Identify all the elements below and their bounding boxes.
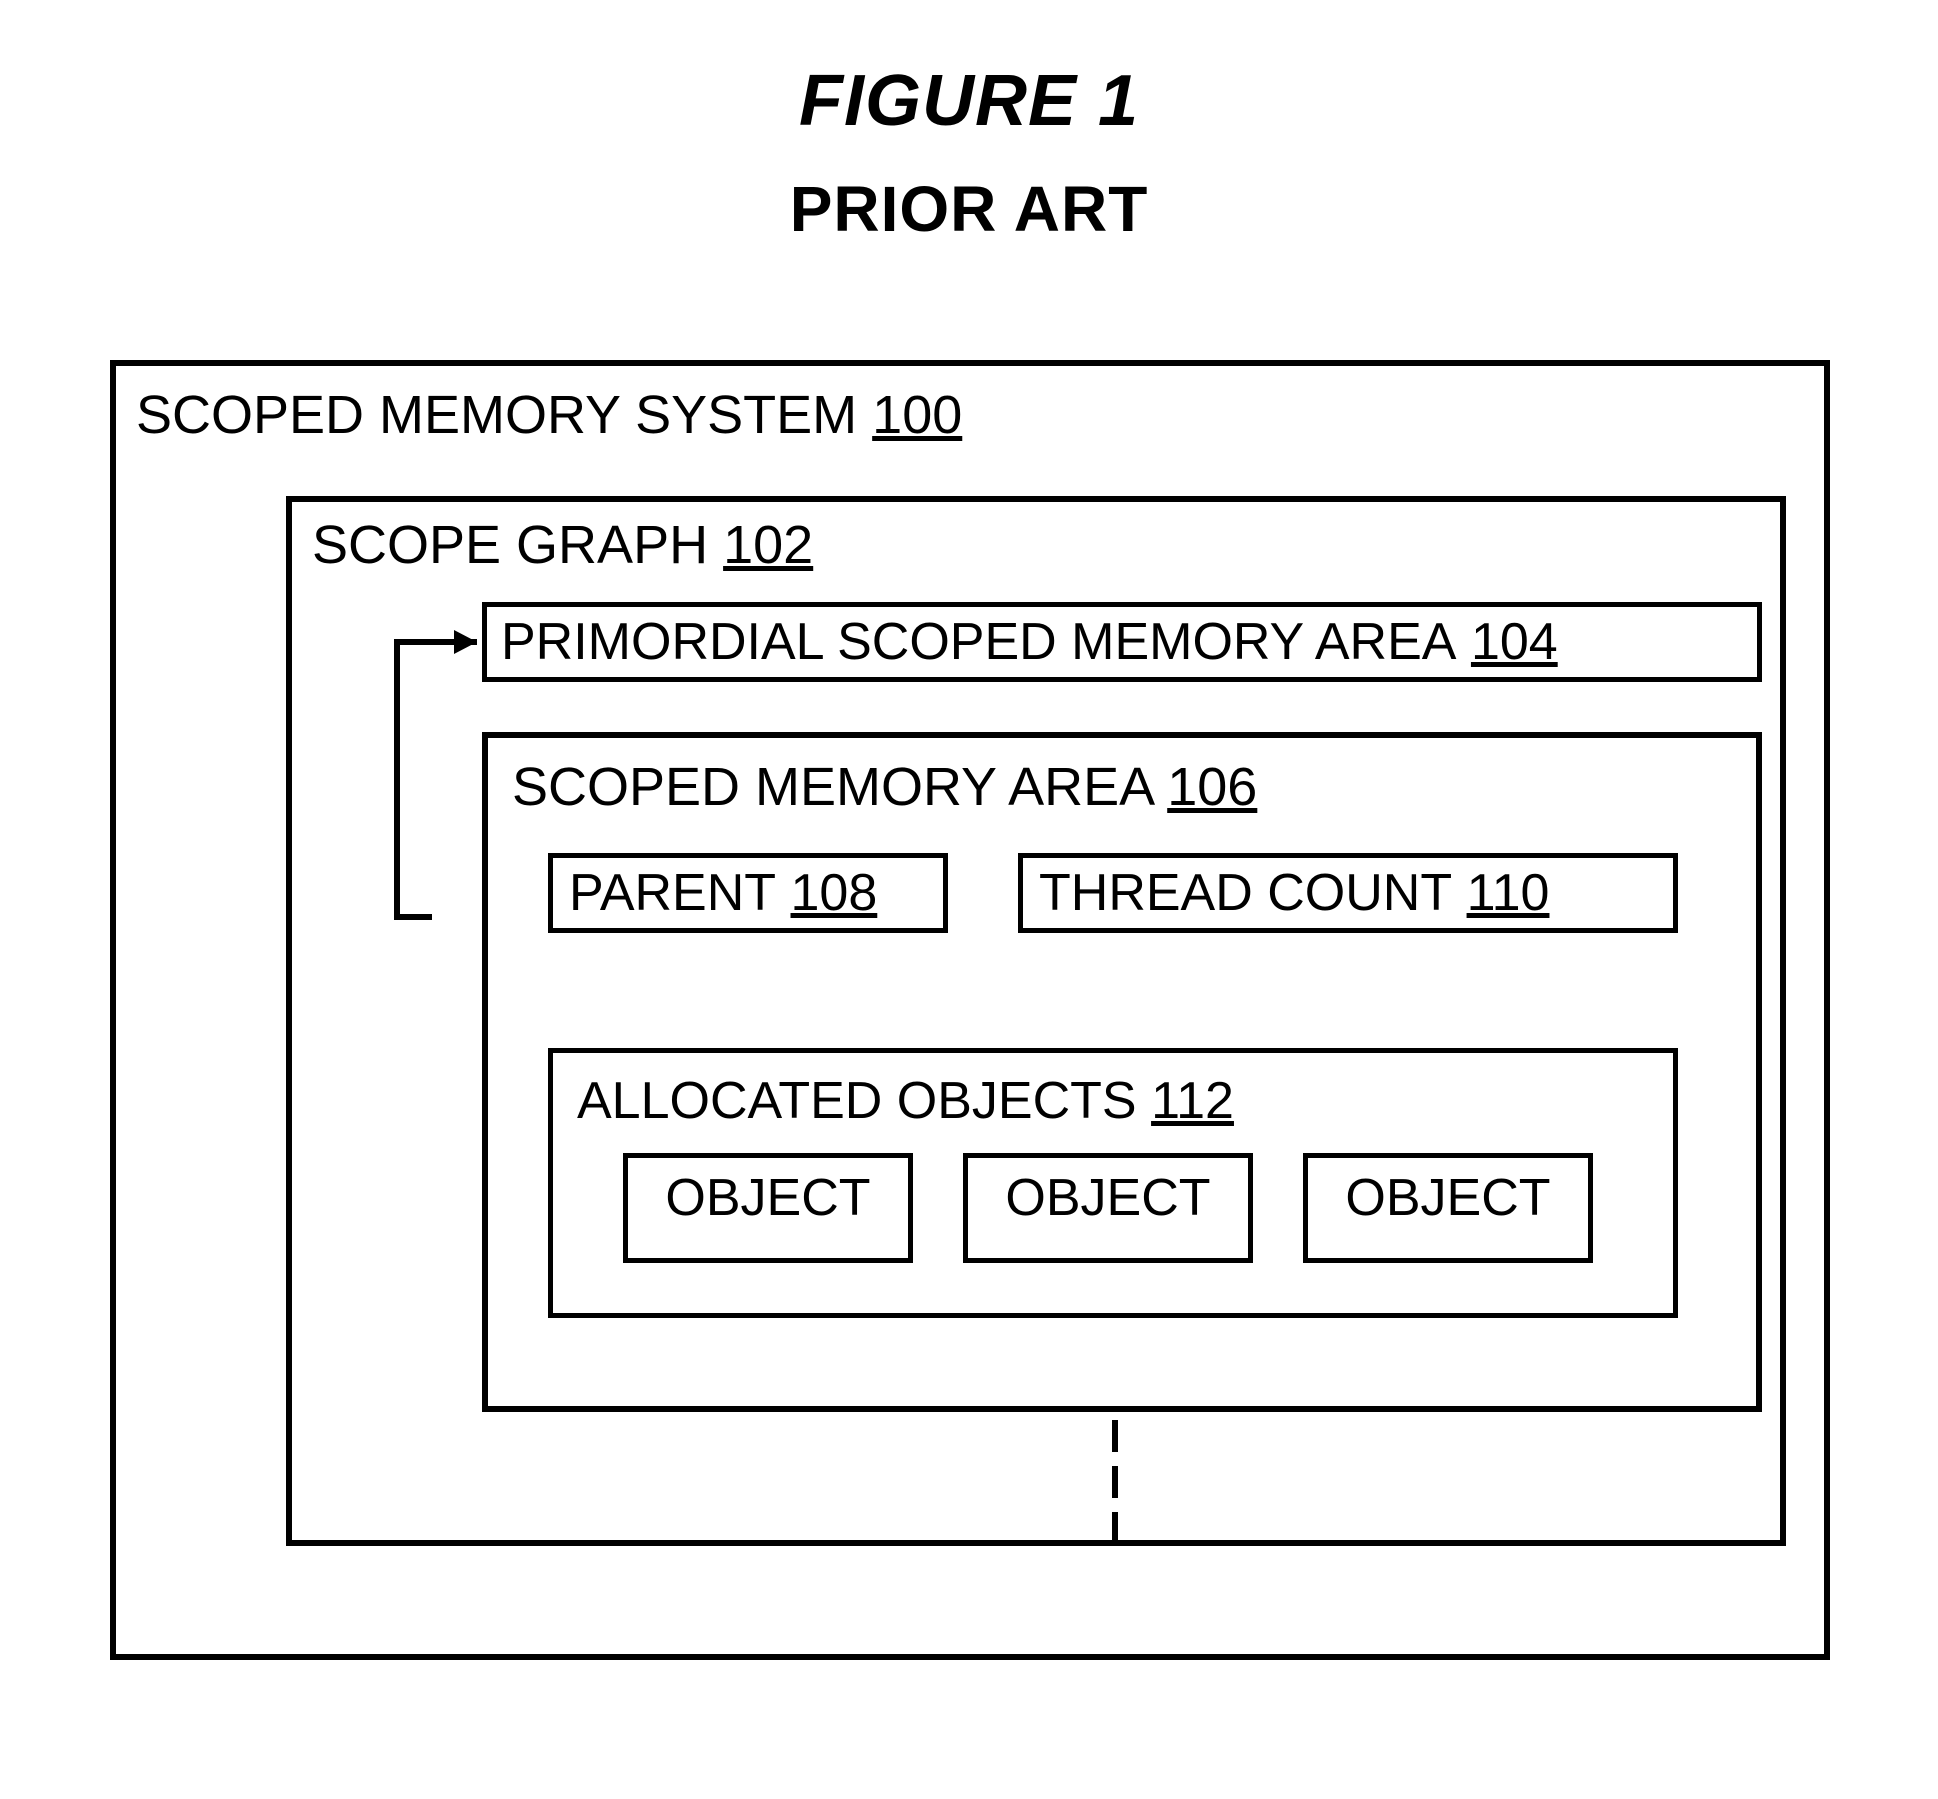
ref-number: 108 <box>791 863 878 923</box>
scoped-memory-area-label: SCOPED MEMORY AREA 106 <box>512 756 1732 818</box>
ref-number: 110 <box>1467 863 1550 923</box>
ref-number: 100 <box>872 385 962 445</box>
label-text: SCOPED MEMORY SYSTEM <box>136 385 872 445</box>
figure-number: FIGURE 1 <box>0 60 1938 142</box>
object-row: OBJECT OBJECT OBJECT <box>623 1153 1593 1263</box>
object-box: OBJECT <box>963 1153 1253 1263</box>
label-text: PRIMORDIAL SCOPED MEMORY AREA <box>501 612 1456 672</box>
ref-number: 104 <box>1471 612 1558 672</box>
label-text: THREAD COUNT <box>1039 863 1452 923</box>
ref-number: 106 <box>1167 757 1257 817</box>
label-text: ALLOCATED OBJECTS <box>577 1072 1151 1130</box>
label-text: PARENT <box>569 863 776 923</box>
prior-art-label: PRIOR ART <box>0 172 1938 246</box>
scoped-memory-system-label: SCOPED MEMORY SYSTEM 100 <box>136 384 962 446</box>
label-text: SCOPE GRAPH <box>312 515 723 575</box>
scope-graph-label: SCOPE GRAPH 102 <box>312 514 813 576</box>
object-box: OBJECT <box>623 1153 913 1263</box>
continuation-dashes-icon <box>1112 1420 1122 1550</box>
scoped-memory-area-box: SCOPED MEMORY AREA 106 PARENT 108 THREAD… <box>482 732 1762 1412</box>
label-text: SCOPED MEMORY AREA <box>512 757 1167 817</box>
parent-box: PARENT 108 <box>548 853 948 933</box>
scoped-memory-system-box: SCOPED MEMORY SYSTEM 100 SCOPE GRAPH 102… <box>110 360 1830 1660</box>
thread-count-box: THREAD COUNT 110 <box>1018 853 1678 933</box>
allocated-objects-box: ALLOCATED OBJECTS 112 OBJECT OBJECT OBJE… <box>548 1048 1678 1318</box>
primordial-scoped-memory-area-box: PRIMORDIAL SCOPED MEMORY AREA 104 <box>482 602 1762 682</box>
scope-graph-box: SCOPE GRAPH 102 PRIMORDIAL SCOPED MEMORY… <box>286 496 1786 1546</box>
ref-number: 102 <box>723 515 813 575</box>
object-box: OBJECT <box>1303 1153 1593 1263</box>
figure-title-block: FIGURE 1 PRIOR ART <box>0 0 1938 246</box>
allocated-objects-label: ALLOCATED OBJECTS 112 <box>577 1071 1649 1131</box>
ref-number: 112 <box>1151 1072 1234 1130</box>
